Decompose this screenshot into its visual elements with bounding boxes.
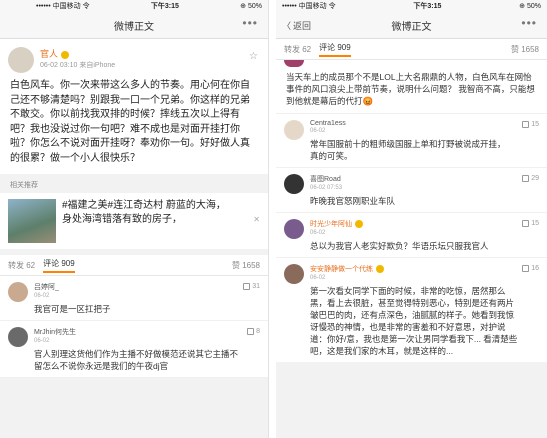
comment-time: 06-02 bbox=[310, 128, 326, 134]
comment-like-button[interactable]: 31 bbox=[243, 283, 260, 290]
comment-text: 常年国服前十的粗师级国服上单和打野被说成开挂，真的可笑。 bbox=[310, 139, 506, 161]
thumbs-up-icon bbox=[522, 121, 530, 128]
comment-author[interactable]: MrJhin何先生 bbox=[34, 327, 76, 337]
vip-badge-icon bbox=[376, 265, 384, 273]
comment-time: 06-02 bbox=[34, 293, 50, 299]
comment-author[interactable]: 时光少年阿仙 bbox=[310, 219, 352, 229]
comment-text: 当天车上的成员那个不是LOL上大名鼎鼎的人物，白色风车在网怡事件的风口浪尖上带前… bbox=[276, 67, 547, 114]
comment-time: 06-02 bbox=[310, 230, 326, 236]
tab-likes[interactable]: 赞 1658 bbox=[232, 260, 260, 271]
nav-bar: 微博正文 ••• bbox=[0, 12, 268, 39]
comment-item: 吕婷阿_ 06-02 我官可是一区扛把子 31 bbox=[0, 276, 268, 321]
right-screen: •••••• 中国移动 令 下午3:15 ⊕ 50% 〈返回 微博正文 ••• … bbox=[276, 0, 547, 438]
tab-likes[interactable]: 赞 1658 bbox=[511, 44, 539, 55]
carrier-label: •••••• 中国移动 令 bbox=[36, 3, 90, 10]
comment-author[interactable]: 喜图Road bbox=[310, 174, 341, 184]
left-screen: •••••• 中国移动 令 下午3:15 ⊕ 50% 微博正文 ••• 官人 0… bbox=[0, 0, 269, 438]
favorite-star-icon[interactable]: ☆ bbox=[249, 51, 258, 62]
avatar[interactable] bbox=[284, 264, 304, 284]
status-bar: •••••• 中国移动 令 下午3:15 ⊕ 50% bbox=[0, 0, 268, 12]
comment-item: 喜图Road 06-02 07:53 昨晚我官怒刚职业车队 29 bbox=[276, 168, 547, 213]
comment-like-button[interactable]: 29 bbox=[522, 175, 539, 182]
clock: 下午3:15 bbox=[413, 3, 442, 10]
comment-item: MrJhin何先生 06-02 官人别理这货他们作为主播不好做模范还说其它主播不… bbox=[0, 321, 268, 378]
comment-text: 昨晚我官怒刚职业车队 bbox=[310, 196, 396, 206]
comment-item: Centra1ess 06-02 常年国服前十的粗师级国服上单和打野被说成开挂，… bbox=[276, 114, 547, 168]
thumbs-up-icon bbox=[522, 175, 530, 182]
comment-text: 总以为我官人老实好欺负？华语乐坛只服我官人 bbox=[310, 241, 489, 251]
recommend-thumbnail bbox=[8, 199, 56, 243]
thumbs-up-icon bbox=[522, 265, 530, 272]
thumbs-up-icon bbox=[522, 220, 530, 227]
more-icon[interactable]: ••• bbox=[242, 16, 258, 30]
comment-author[interactable]: 吕婷阿_ bbox=[34, 282, 59, 292]
like-count: 15 bbox=[531, 121, 539, 128]
close-icon[interactable]: ✕ bbox=[253, 215, 260, 224]
post-card: 官人 06-02 03:10 来自iPhone ☆ 白色风车。你一次来带这么多人… bbox=[0, 39, 268, 174]
battery-indicator: ⊕ 50% bbox=[519, 3, 541, 10]
comment-text: 第一次看女同学下面的时候，非常的吃惊，居然那么黑，看上去很脏，甚至觉得特别恶心，… bbox=[310, 286, 518, 356]
thumbs-up-icon bbox=[247, 328, 255, 335]
avatar[interactable] bbox=[284, 120, 304, 140]
recommend-item[interactable]: #福建之美#连江奇达村 蔚蓝的大海，身处海湾错落有致的房子， ✕ bbox=[0, 193, 268, 249]
vip-badge-icon bbox=[61, 50, 70, 59]
post-meta: 官人 06-02 03:10 来自iPhone bbox=[40, 49, 115, 71]
tab-comments[interactable]: 评论 909 bbox=[319, 42, 351, 57]
post-time: 06-02 03:10 bbox=[40, 62, 78, 69]
comment-item: 时光少年阿仙 06-02 总以为我官人老实好欺负？华语乐坛只服我官人 15 bbox=[276, 213, 547, 258]
avatar[interactable] bbox=[8, 327, 28, 347]
recommend-label: 相关推荐 bbox=[10, 182, 38, 189]
comment-tabs: 转发 62 评论 909 赞 1658 bbox=[276, 39, 547, 60]
more-icon[interactable]: ••• bbox=[521, 16, 537, 30]
battery-indicator: ⊕ 50% bbox=[240, 3, 262, 10]
back-button[interactable]: 〈返回 bbox=[282, 19, 311, 32]
comment-author[interactable]: 安安静静做一个代练 bbox=[310, 264, 373, 274]
post-header: 官人 06-02 03:10 来自iPhone ☆ bbox=[0, 39, 268, 77]
like-count: 8 bbox=[256, 328, 260, 335]
tab-comments[interactable]: 评论 909 bbox=[43, 258, 75, 273]
page-title: 微博正文 bbox=[391, 21, 432, 33]
comment-item: 安安静静做一个代练 06-02 第一次看女同学下面的时候，非常的吃惊，居然那么黑… bbox=[276, 258, 547, 362]
comment-time: 06-02 bbox=[34, 338, 50, 344]
post-text: 白色风车。你一次来带这么多人的节奏。用心何在你自己还不够清楚吗？别跟我一口一个兄… bbox=[10, 80, 250, 164]
comment-like-button[interactable]: 15 bbox=[522, 121, 539, 128]
avatar[interactable] bbox=[284, 174, 304, 194]
recommend-text: #福建之美#连江奇达村 蔚蓝的大海，身处海湾错落有致的房子， bbox=[62, 200, 226, 225]
back-label: 返回 bbox=[293, 21, 312, 31]
carrier-label: •••••• 中国移动 令 bbox=[282, 3, 336, 10]
partial-comment bbox=[276, 60, 547, 67]
thumbs-up-icon bbox=[243, 283, 251, 290]
like-count: 31 bbox=[252, 283, 260, 290]
avatar[interactable] bbox=[8, 47, 34, 73]
comment-time: 06-02 bbox=[310, 275, 326, 281]
clock: 下午3:15 bbox=[150, 3, 179, 10]
comment-author[interactable]: Centra1ess bbox=[310, 120, 346, 127]
comment-text: 官人别理这货他们作为主播不好做模范还说其它主播不留怎么不说你永远是我们的午夜dj… bbox=[34, 349, 239, 371]
comment-like-button[interactable]: 16 bbox=[522, 265, 539, 272]
comment-text: 我官可是一区扛把子 bbox=[34, 304, 111, 314]
tab-repost[interactable]: 转发 62 bbox=[284, 44, 311, 55]
avatar[interactable] bbox=[284, 219, 304, 239]
comment-like-button[interactable]: 15 bbox=[522, 220, 539, 227]
avatar[interactable] bbox=[8, 282, 28, 302]
comment-time: 06-02 07:53 bbox=[310, 185, 343, 191]
chevron-left-icon: 〈 bbox=[282, 21, 292, 31]
like-count: 16 bbox=[531, 265, 539, 272]
avatar bbox=[284, 60, 304, 67]
post-source: 来自iPhone bbox=[79, 62, 116, 69]
vip-badge-icon bbox=[355, 220, 363, 228]
status-bar: •••••• 中国移动 令 下午3:15 ⊕ 50% bbox=[276, 0, 547, 12]
page-title: 微博正文 bbox=[114, 21, 154, 33]
nav-bar: 〈返回 微博正文 ••• bbox=[276, 12, 547, 39]
comment-tabs: 转发 62 评论 909 赞 1658 bbox=[0, 255, 268, 276]
tab-repost[interactable]: 转发 62 bbox=[8, 260, 35, 271]
like-count: 15 bbox=[531, 220, 539, 227]
author-name[interactable]: 官人 bbox=[40, 49, 58, 60]
like-count: 29 bbox=[531, 175, 539, 182]
comment-like-button[interactable]: 8 bbox=[247, 328, 260, 335]
